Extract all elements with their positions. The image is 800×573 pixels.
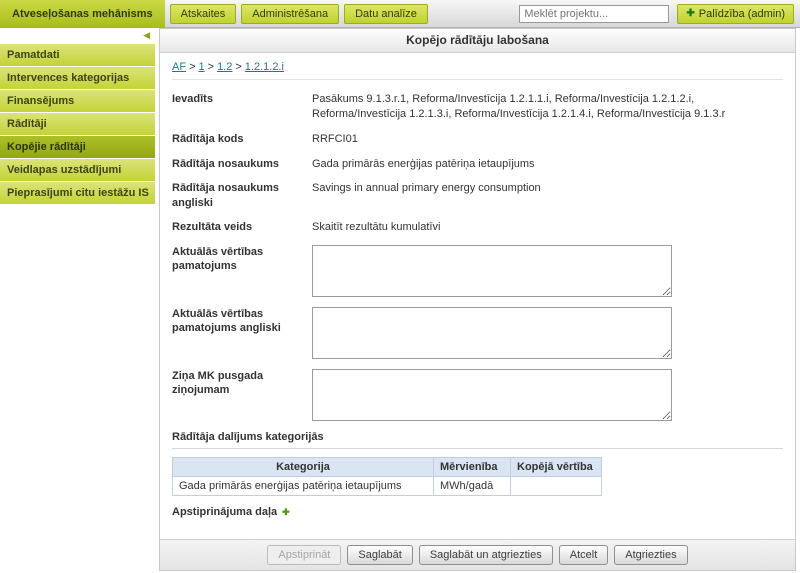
search-input[interactable] (519, 5, 669, 23)
field-row-ievadits: Ievadīts Pasākums 9.1.3.r.1, Reforma/Inv… (172, 92, 783, 122)
apstiprinat-button[interactable]: Apstiprināt (267, 545, 341, 565)
breadcrumb-link-af[interactable]: AF (172, 61, 186, 73)
breadcrumb-separator: > (235, 61, 241, 73)
field-value: Savings in annual primary energy consump… (312, 181, 541, 210)
divider (172, 448, 783, 449)
saglabat-button[interactable]: Saglabāt (347, 545, 412, 565)
footer-button-bar: Apstiprināt Saglabāt Saglabāt un atgriez… (160, 539, 795, 570)
main-panel: Kopējo rādītāju labošana AF>1>1.2>1.2.1.… (159, 28, 796, 571)
table-cell-kopeja-vertiba (511, 476, 602, 495)
field-row-raditaja-nosaukums-angliski: Rādītāja nosaukums angliski Savings in a… (172, 181, 783, 210)
field-label: Rezultāta veids (172, 220, 312, 235)
approval-heading-label: Apstiprinājuma daļa (172, 506, 277, 518)
table-header-mervieniba: Mērvienība (434, 457, 511, 476)
field-row-zina-mk-pusgada-zinojumam: Ziņa MK pusgada ziņojumam (172, 369, 783, 421)
sidebar-item-intervences-kategorijas[interactable]: Intervences kategorijas (0, 67, 155, 90)
field-label: Ziņa MK pusgada ziņojumam (172, 369, 312, 421)
categories-table: Kategorija Mērvienība Kopējā vērtība Gad… (172, 457, 602, 496)
help-button[interactable]: ✚ Palīdzība (admin) (677, 4, 794, 24)
atcelt-button[interactable]: Atcelt (559, 545, 609, 565)
collapse-sidebar-icon[interactable]: ◀ (143, 30, 150, 40)
table-header-row: Kategorija Mērvienība Kopējā vērtība (173, 457, 602, 476)
sidebar-item-finansejums[interactable]: Finansējums (0, 90, 155, 113)
sidebar-collapse-row: ◀ (0, 28, 155, 44)
breadcrumb: AF>1>1.2>1.2.1.2.i (172, 61, 783, 80)
breadcrumb-link-1-2-1-2-i[interactable]: 1.2.1.2.i (245, 61, 284, 73)
sidebar-item-pamatdati[interactable]: Pamatdati (0, 44, 155, 67)
tab-administresana[interactable]: Administrēšana (241, 4, 339, 24)
field-label: Rādītāja kods (172, 132, 312, 147)
table-cell-mervieniba: MWh/gadā (434, 476, 511, 495)
field-value: Skaitīt rezultātu kumulatīvi (312, 220, 440, 235)
help-button-label: Palīdzība (admin) (699, 8, 785, 20)
sidebar-item-raditaji[interactable]: Rādītāji (0, 113, 155, 136)
table-header-kategorija: Kategorija (173, 457, 434, 476)
section-heading-categories: Rādītāja dalījums kategorijās (172, 431, 783, 443)
field-row-raditaja-kods: Rādītāja kods RRFCI01 (172, 132, 783, 147)
field-label: Rādītāja nosaukums angliski (172, 181, 312, 210)
plus-icon: ✚ (686, 8, 694, 19)
field-row-aktualas-vertibas-pamatojums: Aktuālās vērtības pamatojums (172, 245, 783, 297)
field-row-aktualas-vertibas-pamatojums-angliski: Aktuālās vērtības pamatojums angliski (172, 307, 783, 359)
section-heading-approval: Apstiprinājuma daļa ✚ (172, 506, 783, 518)
table-header-kopeja-vertiba: Kopējā vērtība (511, 457, 602, 476)
form-content: AF>1>1.2>1.2.1.2.i Ievadīts Pasākums 9.1… (160, 53, 795, 518)
atgriezties-button[interactable]: Atgriezties (614, 545, 687, 565)
page-title: Kopējo rādītāju labošana (160, 29, 795, 53)
tab-datu-analize[interactable]: Datu analīze (344, 4, 428, 24)
tab-atveselosanas-mehanisms[interactable]: Atveseļošanas mehānisms (0, 0, 165, 28)
field-row-raditaja-nosaukums: Rādītāja nosaukums Gada primārās enerģij… (172, 157, 783, 172)
sidebar-item-pieprasijumi-citu-iestazu-is[interactable]: Pieprasījumi citu iestāžu IS (0, 182, 155, 205)
tab-atskaites[interactable]: Atskaites (170, 4, 237, 24)
sidebar-item-veidlapas-uzstadijumi[interactable]: Veidlapas uzstādījumi (0, 159, 155, 182)
field-label: Aktuālās vērtības pamatojums (172, 245, 312, 297)
field-value: Gada primārās enerģijas patēriņa ietaupī… (312, 157, 535, 172)
aktualas-vertibas-pamatojums-angliski-textarea[interactable] (312, 307, 672, 359)
field-value: Pasākums 9.1.3.r.1, Reforma/Investīcija … (312, 92, 783, 122)
sidebar: ◀ Pamatdati Intervences kategorijas Fina… (0, 28, 155, 205)
field-label: Ievadīts (172, 92, 312, 122)
table-cell-kategorija: Gada primārās enerģijas patēriņa ietaupī… (173, 476, 434, 495)
expand-plus-icon[interactable]: ✚ (282, 507, 290, 517)
field-row-rezultata-veids: Rezultāta veids Skaitīt rezultātu kumula… (172, 220, 783, 235)
topbar: Atveseļošanas mehānisms Atskaites Admini… (0, 0, 800, 28)
breadcrumb-separator: > (208, 61, 214, 73)
field-label: Rādītāja nosaukums (172, 157, 312, 172)
field-label: Aktuālās vērtības pamatojums angliski (172, 307, 312, 359)
field-value: RRFCI01 (312, 132, 358, 147)
sidebar-item-kopejie-raditaji[interactable]: Kopējie rādītāji (0, 136, 155, 159)
saglabat-un-atgriezties-button[interactable]: Saglabāt un atgriezties (419, 545, 553, 565)
breadcrumb-link-1[interactable]: 1 (199, 61, 205, 73)
zina-mk-pusgada-zinojumam-textarea[interactable] (312, 369, 672, 421)
breadcrumb-separator: > (189, 61, 195, 73)
table-row: Gada primārās enerģijas patēriņa ietaupī… (173, 476, 602, 495)
aktualas-vertibas-pamatojums-textarea[interactable] (312, 245, 672, 297)
breadcrumb-link-1-2[interactable]: 1.2 (217, 61, 232, 73)
